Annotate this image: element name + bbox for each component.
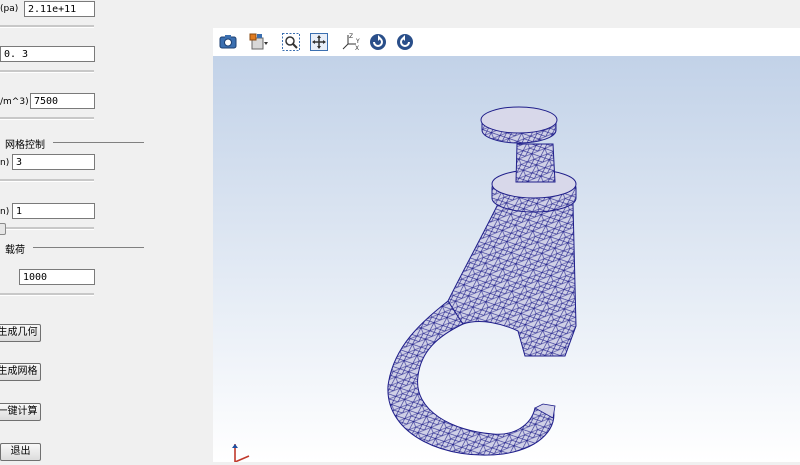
zoom-window-icon[interactable] [281, 32, 301, 52]
hook-mesh-model [232, 106, 577, 463]
density-label: /m^3) [0, 97, 29, 107]
load-title: 载荷 [5, 245, 25, 256]
modulus-label: (pa) [0, 4, 19, 14]
svg-text:Y: Y [355, 38, 360, 45]
camera-icon[interactable] [218, 32, 238, 52]
svg-text:Z: Z [349, 33, 353, 40]
mesh-field1-label: n) [0, 158, 10, 168]
modulus-slider[interactable] [0, 25, 94, 28]
generate-geometry-button[interactable]: 生成几何 [0, 324, 41, 342]
svg-text:X: X [355, 45, 359, 52]
viewer-toolbar: Z Y X [213, 28, 800, 56]
mesh-field2-slider-handle[interactable] [0, 223, 6, 235]
mesh-control-divider [53, 142, 144, 143]
exit-button[interactable]: 退出 [0, 443, 41, 461]
fit-all-icon[interactable] [309, 32, 329, 52]
mesh-field1-slider[interactable] [0, 179, 94, 182]
poisson-input[interactable]: 0. 3 [0, 46, 95, 62]
density-slider[interactable] [0, 117, 94, 120]
generate-mesh-button[interactable]: 生成网格 [0, 363, 41, 381]
load-divider [33, 247, 144, 248]
poisson-slider[interactable] [0, 70, 94, 73]
render-canvas[interactable] [213, 56, 800, 463]
mesh-field2-slider[interactable] [0, 227, 94, 230]
view-mode-icon[interactable] [249, 32, 269, 52]
rotate-left-icon[interactable] [368, 32, 388, 52]
load-slider[interactable] [0, 293, 94, 296]
mesh-field1-input[interactable]: 3 [12, 154, 95, 170]
load-input[interactable]: 1000 [19, 269, 95, 285]
compute-button[interactable]: 一键计算 [0, 403, 41, 421]
mesh-control-title: 网格控制 [5, 140, 45, 151]
modulus-input[interactable]: 2.11e+11 [24, 1, 95, 17]
mesh-field2-input[interactable]: 1 [12, 203, 95, 219]
axes-icon[interactable]: Z Y X [341, 32, 361, 52]
mesh-field2-label: n) [0, 207, 10, 217]
rotate-right-icon[interactable] [395, 32, 415, 52]
viewer-3d: Z Y X [213, 28, 800, 463]
density-input[interactable]: 7500 [30, 93, 95, 109]
